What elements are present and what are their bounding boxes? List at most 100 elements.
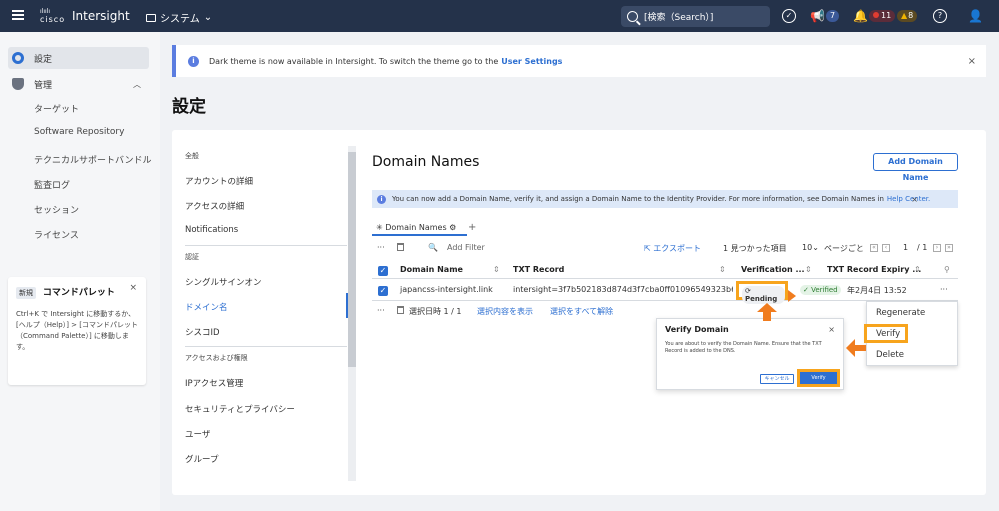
dialog-title: Verify Domain xyxy=(665,325,729,334)
sidebar-item-settings[interactable]: 設定 xyxy=(8,47,149,69)
search-input[interactable]: [検索（Search）] xyxy=(621,6,770,27)
table-toolbar: ··· 🔍 Add Filter ⇱ エクスポート 1 見つかった項目 10⌄ … xyxy=(372,243,958,257)
info-icon: i xyxy=(377,194,386,204)
app-name: Intersight xyxy=(72,9,130,23)
help-icon[interactable]: ? xyxy=(933,9,947,23)
close-icon[interactable]: × xyxy=(828,325,835,334)
column-settings-icon[interactable]: ⚲ xyxy=(944,265,950,274)
trash-icon[interactable] xyxy=(397,243,404,253)
warning-alarms-badge[interactable]: ▲8 xyxy=(897,10,918,22)
deselect-all-link[interactable]: 選択をすべて解除 xyxy=(550,306,613,317)
txt-record-cell: intersight=3f7b502183d874d3f7cba0ff01096… xyxy=(513,285,733,294)
last-page-button[interactable]: » xyxy=(945,243,953,252)
help-center-link[interactable]: Help Center. xyxy=(887,195,930,203)
sidebar-item-tech-support[interactable]: テクニカルサポートバンドル xyxy=(34,153,151,166)
page-total: / 1 xyxy=(917,243,928,252)
sort-icon[interactable]: ⇕ xyxy=(719,265,726,274)
add-domain-name-button[interactable]: Add Domain Name xyxy=(873,153,958,182)
nav-item-notifications[interactable]: Notifications xyxy=(185,225,238,235)
close-icon[interactable]: × xyxy=(129,283,137,293)
user-icon[interactable]: 👤 xyxy=(968,9,983,23)
sidebar-item-targets[interactable]: ターゲット xyxy=(34,102,79,115)
system-menu[interactable]: システム ⌄ xyxy=(146,10,212,25)
column-txt-expiry[interactable]: TXT Record Expiry ... xyxy=(827,265,921,274)
sidebar-item-admin[interactable]: 管理 ︿ xyxy=(8,73,149,95)
page-input[interactable]: 1 xyxy=(903,243,908,252)
nav-item-ip-access[interactable]: IPアクセス管理 xyxy=(185,377,243,389)
nav-item-security-privacy[interactable]: セキュリティとプライバシー xyxy=(185,403,295,415)
menu-item-delete[interactable]: Delete xyxy=(876,350,904,360)
info-icon: i xyxy=(188,55,199,67)
nav-item-account-details[interactable]: アカウントの詳細 xyxy=(185,175,253,187)
prev-page-button[interactable]: ‹ xyxy=(882,243,890,252)
sidebar-item-sessions[interactable]: セッション xyxy=(34,203,79,216)
menu-item-regenerate[interactable]: Regenerate xyxy=(876,308,925,318)
verify-button[interactable]: Verify xyxy=(800,372,837,384)
sidebar: 設定 管理 ︿ ターゲット Software Repository テクニカルサ… xyxy=(0,32,160,511)
arrow-right-small-icon xyxy=(788,290,796,302)
per-page-select[interactable]: 10⌄ xyxy=(802,243,819,252)
show-selected-link[interactable]: 選択内容を表示 xyxy=(477,306,533,317)
more-actions-icon[interactable]: ··· xyxy=(377,243,385,252)
row-actions-icon[interactable]: ··· xyxy=(940,285,948,294)
sidebar-item-licensing[interactable]: ライセンス xyxy=(34,228,79,241)
nav-section-auth: 認証 xyxy=(185,253,199,261)
domain-names-title: Domain Names xyxy=(372,154,480,170)
close-icon[interactable]: × xyxy=(911,195,918,204)
column-domain-name[interactable]: Domain Name xyxy=(400,265,463,274)
dialog-body: You are about to verify the Domain Name.… xyxy=(665,341,822,354)
shield-icon xyxy=(12,78,24,90)
export-label: エクスポート xyxy=(653,244,702,253)
warning-count: 8 xyxy=(908,11,914,20)
check-circle-icon[interactable]: ✓ xyxy=(782,9,796,23)
system-menu-label: システム xyxy=(160,14,200,25)
close-icon[interactable]: × xyxy=(968,56,976,67)
column-verification[interactable]: Verification ... xyxy=(741,265,805,274)
first-page-button[interactable]: « xyxy=(870,243,878,252)
sidebar-item-audit-log[interactable]: 監査ログ xyxy=(34,178,70,191)
arrow-left-icon xyxy=(846,339,866,357)
user-settings-link[interactable]: User Settings xyxy=(501,57,562,66)
add-tab-icon[interactable]: + xyxy=(468,222,476,233)
add-filter-input[interactable]: Add Filter xyxy=(447,243,485,252)
nav-item-access-details[interactable]: アクセスの詳細 xyxy=(185,200,244,212)
trash-icon[interactable] xyxy=(397,306,404,316)
per-page-label: ページごと xyxy=(824,244,864,253)
nav-scrollbar-thumb[interactable] xyxy=(348,152,356,367)
page-title: 設定 xyxy=(172,97,206,117)
sort-icon[interactable]: ⇕ xyxy=(493,265,500,274)
select-all-checkbox[interactable]: ✓ xyxy=(378,266,388,276)
cancel-button[interactable]: キャンセル xyxy=(760,374,794,384)
divider xyxy=(185,245,347,246)
row-checkbox[interactable]: ✓ xyxy=(378,286,388,296)
export-button[interactable]: ⇱ エクスポート xyxy=(644,243,701,254)
nav-item-sso[interactable]: シングルサインオン xyxy=(185,276,262,288)
tab-icon: ✳ xyxy=(376,223,383,232)
critical-count: 11 xyxy=(881,11,892,20)
tab-domain-names[interactable]: ✳ Domain Names ⚙ xyxy=(376,223,456,232)
chevron-down-icon: ⌄ xyxy=(203,12,213,23)
banner-text: Dark theme is now available in Intersigh… xyxy=(209,56,499,66)
expiry-cell: 年2月4日 13:52 xyxy=(847,286,907,295)
megaphone-icon[interactable]: 📢 xyxy=(810,9,825,23)
table-row[interactable]: ✓ japancss-intersight.link intersight=3f… xyxy=(372,280,958,304)
pending-status-highlight: ⟳ Pending xyxy=(736,281,788,304)
nav-item-cisco-id[interactable]: シスコID xyxy=(185,326,220,338)
nav-item-groups[interactable]: グループ xyxy=(185,453,219,465)
sort-icon[interactable]: ⇕ xyxy=(914,265,921,274)
sort-icon[interactable]: ⇕ xyxy=(805,265,812,274)
menu-icon[interactable] xyxy=(12,10,24,20)
items-found: 1 見つかった項目 xyxy=(723,244,787,253)
next-page-button[interactable]: › xyxy=(933,243,941,252)
tab-settings-icon[interactable]: ⚙ xyxy=(449,223,456,232)
sidebar-item-software-repository[interactable]: Software Repository xyxy=(34,127,124,137)
more-actions-icon[interactable]: ··· xyxy=(377,306,385,315)
nav-item-users[interactable]: ユーザ xyxy=(185,428,210,440)
column-txt-record[interactable]: TXT Record xyxy=(513,265,564,274)
critical-alarms-badge[interactable]: 11 xyxy=(869,10,896,22)
bell-icon[interactable]: 🔔 xyxy=(853,9,868,23)
nav-item-domain-names[interactable]: ドメイン名 xyxy=(185,301,228,313)
gear-icon xyxy=(12,52,24,64)
pending-label: Pending xyxy=(745,295,778,303)
filter-search-icon: 🔍 xyxy=(428,243,438,252)
